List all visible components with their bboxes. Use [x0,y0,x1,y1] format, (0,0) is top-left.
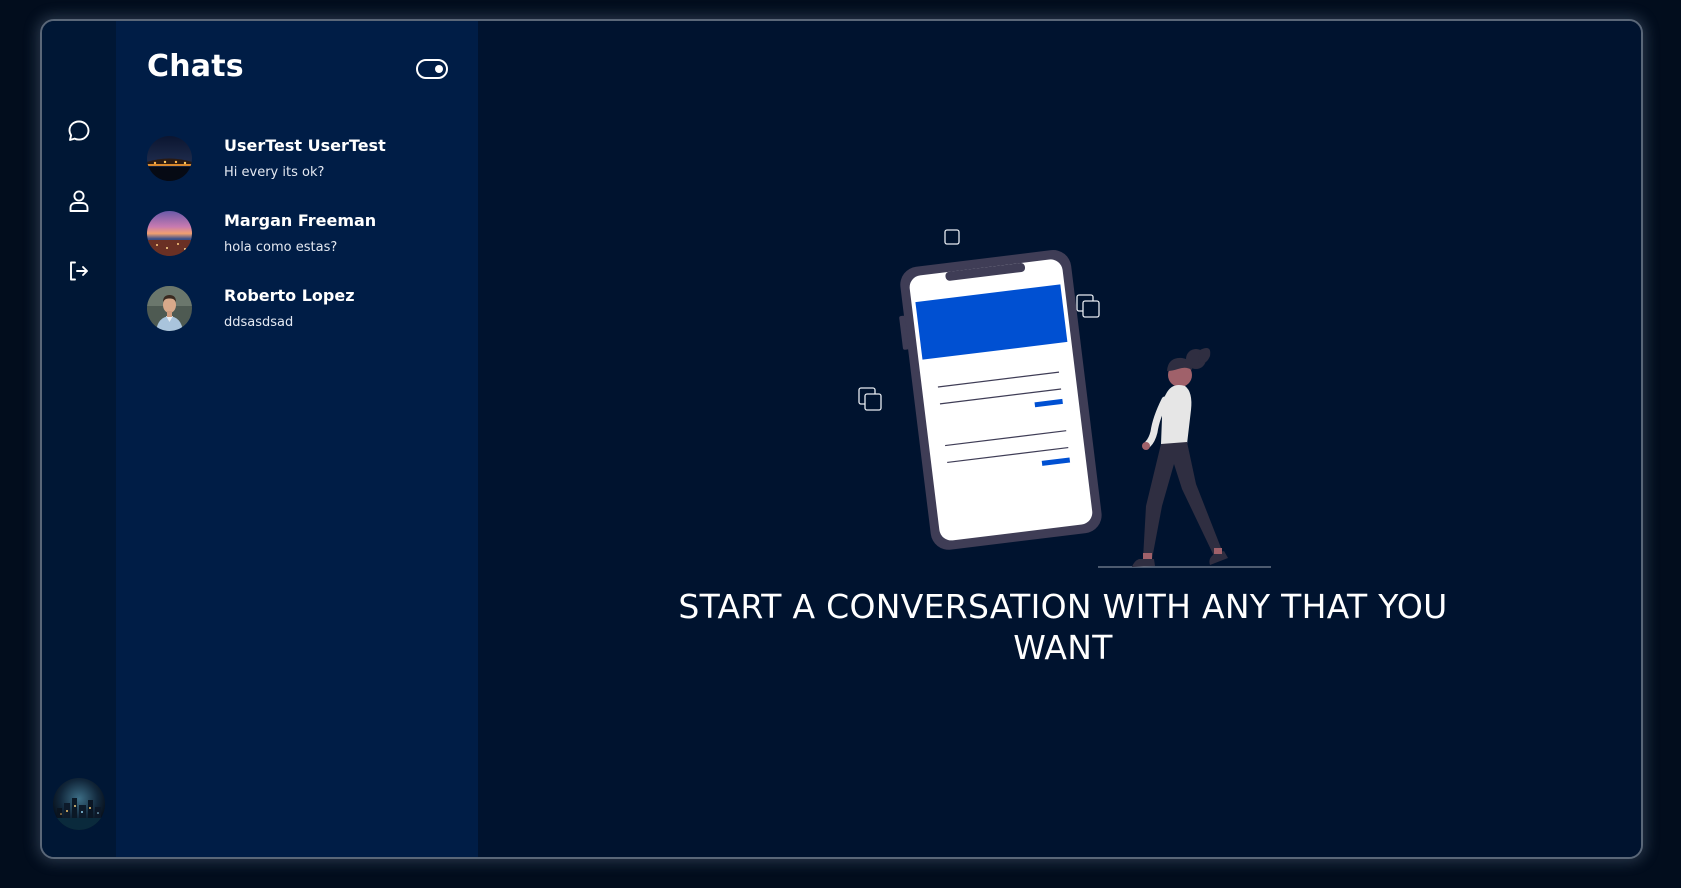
floating-copy-icon [858,387,882,411]
chat-avatar [147,136,192,181]
empty-state-message: START A CONVERSATION WITH ANY THAT YOU W… [678,587,1448,667]
app-window: Chats UserTest UserTest Hi every its ok?… [40,19,1643,859]
toggle-knob [435,64,443,73]
chats-title: Chats [147,49,244,84]
woman-with-phone-illustration [858,229,1271,568]
chat-last-message: ddsasdsad [224,315,294,330]
chat-avatar [147,211,192,256]
conversation-area: START A CONVERSATION WITH ANY THAT YOU W… [478,21,1641,857]
nav-rail [42,21,116,857]
night-bridge-avatar-image [147,136,192,181]
chat-list: UserTest UserTest Hi every its ok? Marga… [147,136,457,361]
chat-contact-name: Margan Freeman [224,211,377,230]
city-night-avatar-image [53,778,105,830]
logout-icon [70,261,88,281]
man-portrait-avatar-image [147,286,192,331]
current-user-avatar[interactable] [53,778,105,830]
theme-toggle[interactable] [416,59,448,79]
chat-list-item[interactable]: Margan Freeman hola como estas? [147,211,457,286]
user-icon [69,190,89,212]
chat-avatar [147,286,192,331]
nav-logout-button[interactable] [61,253,97,289]
floating-square-icon [944,229,960,245]
chat-list-item[interactable]: Roberto Lopez ddsasdsad [147,286,457,361]
chat-bubble-icon [68,120,90,141]
chat-contact-name: UserTest UserTest [224,136,386,155]
chat-last-message: Hi every its ok? [224,165,325,180]
chat-contact-name: Roberto Lopez [224,286,355,305]
sunset-city-avatar-image [147,211,192,256]
phone-graphic [899,250,1102,550]
chat-list-item[interactable]: UserTest UserTest Hi every its ok? [147,136,457,211]
floating-copy-icon [1076,294,1100,318]
nav-chats-button[interactable] [61,113,97,149]
nav-profile-button[interactable] [61,183,97,219]
woman-figure [1132,348,1228,567]
chats-sidebar: Chats UserTest UserTest Hi every its ok?… [116,21,478,857]
chat-last-message: hola como estas? [224,240,338,255]
